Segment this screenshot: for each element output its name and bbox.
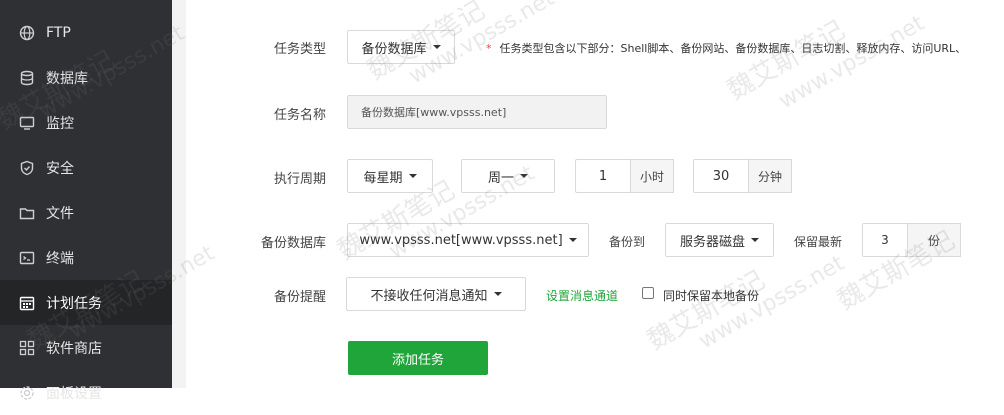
watermark-cn: 魏艾斯笔记: [642, 265, 771, 357]
backup-db-select[interactable]: www.vpsss.net[www.vpsss.net]: [347, 223, 589, 257]
task-type-select[interactable]: 备份数据库: [347, 30, 455, 64]
add-task-button[interactable]: 添加任务: [348, 341, 488, 375]
minute-unit: 分钟: [748, 159, 792, 193]
keep-unit: 份: [907, 223, 961, 257]
chevron-down-icon: [432, 45, 441, 49]
sidebar-item-database[interactable]: 数据库: [0, 55, 172, 100]
task-type-value: 备份数据库: [361, 41, 427, 57]
sidebar-item-label: 数据库: [46, 70, 88, 87]
sidebar-item-ftp[interactable]: FTP: [0, 10, 172, 55]
sidebar-item-settings[interactable]: 面板设置: [0, 370, 172, 415]
notify-label: 备份提醒: [273, 290, 326, 305]
monitor-icon: [19, 115, 35, 131]
backup-to-value: 服务器磁盘: [679, 234, 745, 250]
watermark-cn: 魏艾斯笔记: [722, 15, 851, 107]
sidebar-item-label: 面板设置: [46, 385, 102, 402]
hour-input[interactable]: 1: [575, 159, 631, 193]
sidebar-item-label: 终端: [46, 250, 74, 267]
sidebar-item-cron[interactable]: 计划任务: [0, 280, 172, 325]
sidebar: FTP 数据库 监控 安全 文件 终端 计划任务 软件商店 面板设置: [0, 0, 172, 402]
backup-db-label: 备份数据库: [260, 236, 326, 251]
keep-count-input[interactable]: 3: [862, 223, 908, 257]
hour-unit: 小时: [630, 159, 674, 193]
database-icon: [19, 70, 35, 86]
sidebar-divider: [172, 0, 186, 388]
sidebar-item-label: 监控: [46, 115, 74, 132]
terminal-icon: [19, 250, 35, 266]
calendar-icon: [19, 295, 35, 311]
sidebar-item-monitor[interactable]: 监控: [0, 100, 172, 145]
chevron-down-icon: [408, 174, 417, 178]
apps-icon: [19, 340, 35, 356]
watermark-en: www.vpsss.net: [774, 10, 929, 115]
sidebar-item-label: 软件商店: [46, 340, 102, 357]
chevron-down-icon: [520, 174, 528, 178]
weekday-select[interactable]: 周一: [461, 159, 555, 193]
folder-icon: [19, 205, 35, 221]
chevron-down-icon: [751, 238, 759, 242]
notify-value: 不接收任何消息通知: [370, 288, 488, 304]
message-channel-link[interactable]: 设置消息通道: [546, 287, 618, 304]
shield-icon: [19, 160, 35, 176]
cycle-label: 执行周期: [273, 172, 326, 187]
task-type-hint: * 任务类型包含以下部分：Shell脚本、备份网站、备份数据库、日志切割、释放内存…: [486, 42, 967, 55]
cycle-period-value: 每星期: [363, 170, 403, 186]
chevron-down-icon: [493, 292, 502, 296]
cycle-period-select[interactable]: 每星期: [347, 159, 433, 193]
keep-latest-label: 保留最新: [794, 235, 843, 249]
weekday-value: 周一: [487, 170, 514, 186]
backup-to-select[interactable]: 服务器磁盘: [665, 223, 774, 257]
task-name-label: 任务名称: [273, 108, 326, 123]
keep-local-label: 同时保留本地备份: [663, 289, 760, 303]
task-type-label: 任务类型: [273, 42, 326, 57]
notify-select[interactable]: 不接收任何消息通知: [346, 277, 526, 311]
sidebar-item-files[interactable]: 文件: [0, 190, 172, 235]
settings-icon: [19, 385, 35, 401]
sidebar-item-label: 计划任务: [46, 295, 102, 312]
chevron-down-icon: [568, 238, 577, 242]
sidebar-item-terminal[interactable]: 终端: [0, 235, 172, 280]
minute-input[interactable]: 30: [693, 159, 749, 193]
backup-to-label: 备份到: [609, 235, 646, 249]
sidebar-item-security[interactable]: 安全: [0, 145, 172, 190]
task-name-input[interactable]: 备份数据库[www.vpsss.net]: [347, 95, 607, 129]
sidebar-item-label: 安全: [46, 160, 74, 177]
sidebar-item-label: FTP: [46, 24, 71, 41]
globe-icon: [19, 25, 35, 41]
sidebar-item-label: 文件: [46, 205, 74, 222]
backup-db-value: www.vpsss.net[www.vpsss.net]: [359, 232, 563, 248]
keep-local-checkbox[interactable]: [642, 287, 654, 299]
sidebar-item-store[interactable]: 软件商店: [0, 325, 172, 370]
